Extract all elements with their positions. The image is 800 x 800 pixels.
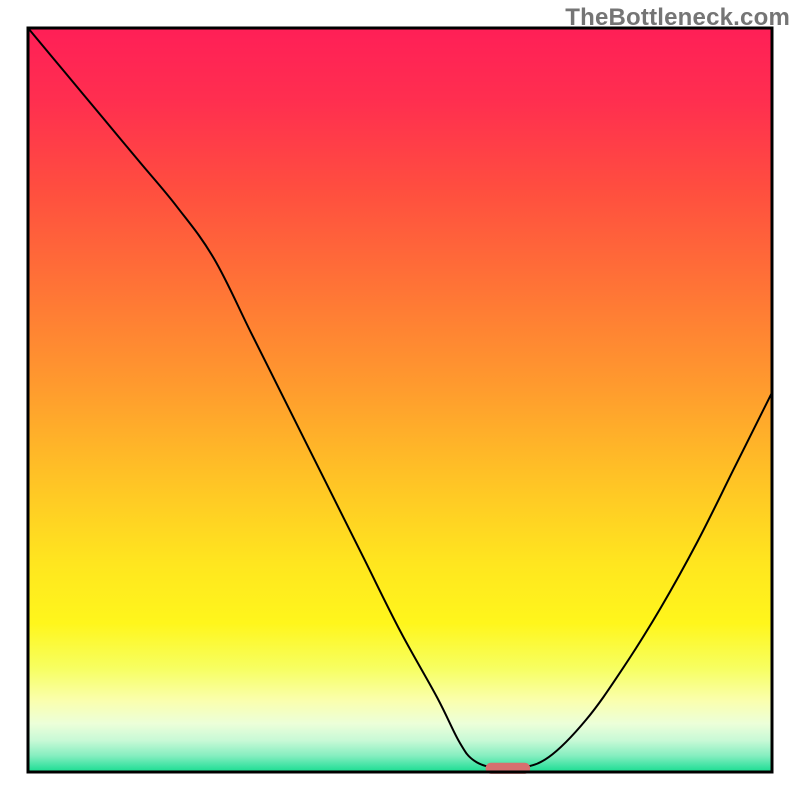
chart-container: TheBottleneck.com [0, 0, 800, 800]
bottleneck-chart [0, 0, 800, 800]
plot-background [28, 28, 772, 772]
watermark-text: TheBottleneck.com [565, 4, 790, 32]
